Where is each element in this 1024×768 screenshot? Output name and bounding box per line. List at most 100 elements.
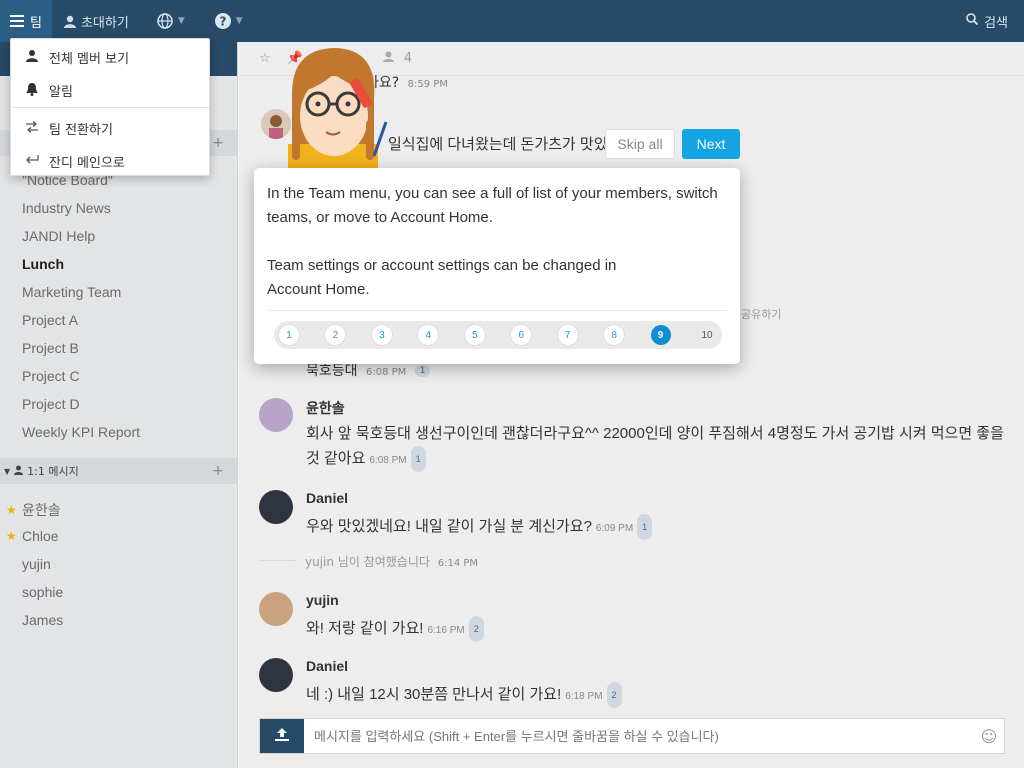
sidebar-topic-item[interactable]: Project D bbox=[22, 396, 80, 412]
star-icon: ★ bbox=[6, 503, 17, 517]
tour-divider bbox=[267, 310, 727, 311]
tour-step-4[interactable]: 4 bbox=[418, 325, 439, 345]
tour-step-7[interactable]: 7 bbox=[557, 325, 578, 345]
search-button[interactable]: 검색 bbox=[966, 0, 1008, 42]
system-message: yujin 님이 참여했습니다 6:14 PM bbox=[305, 553, 478, 570]
message-sender[interactable]: yujin bbox=[306, 592, 339, 608]
tour-mascot-illustration bbox=[278, 44, 388, 168]
team-dropdown-menu: 전체 멤버 보기 알림 팀 전환하기 잔디 메인으로 bbox=[10, 38, 210, 176]
menu-item-switch-team[interactable]: 팀 전환하기 bbox=[25, 119, 113, 138]
avatar[interactable] bbox=[259, 658, 293, 692]
dm-section-header[interactable]: ▼ 1:1 메시지 + bbox=[0, 458, 238, 484]
sidebar-dm-item[interactable]: ★ 윤한솔 bbox=[6, 500, 61, 520]
help-button[interactable]: ? ▼ bbox=[205, 0, 253, 42]
unread-badge: 2 bbox=[468, 616, 484, 642]
sidebar-topic-item[interactable]: Marketing Team bbox=[22, 284, 121, 300]
chevron-down-icon: ▼ bbox=[177, 16, 185, 26]
next-button[interactable]: Next bbox=[682, 129, 740, 159]
avatar[interactable] bbox=[259, 398, 293, 432]
search-icon bbox=[966, 13, 979, 29]
language-button[interactable]: ▼ bbox=[147, 0, 195, 42]
menu-item-label: 알림 bbox=[49, 85, 73, 100]
menu-item-notifications[interactable]: 알림 bbox=[25, 81, 73, 100]
unread-badge: 1 bbox=[414, 365, 431, 377]
sidebar-topic-item[interactable]: Project B bbox=[22, 340, 79, 356]
tour-step-8[interactable]: 8 bbox=[604, 325, 625, 345]
message-input[interactable] bbox=[304, 728, 974, 744]
add-dm-icon[interactable]: + bbox=[212, 463, 224, 479]
globe-icon bbox=[157, 13, 173, 29]
message-composer: ☺ bbox=[259, 718, 1005, 754]
invite-button[interactable]: 초대하기 bbox=[54, 0, 139, 42]
upload-icon bbox=[273, 726, 291, 746]
person-icon bbox=[63, 15, 76, 28]
menu-item-label: 전체 멤버 보기 bbox=[49, 52, 130, 67]
invite-label: 초대하기 bbox=[80, 15, 129, 31]
message-time: 6:16 PM bbox=[427, 624, 465, 636]
tour-text-line2: Team settings or account settings can be… bbox=[267, 257, 617, 298]
message-body: 와! 저랑 같이 가요! 6:16 PM 2 bbox=[306, 616, 1006, 643]
sidebar-topic-item[interactable]: Project C bbox=[22, 368, 80, 384]
tour-step-3[interactable]: 3 bbox=[371, 325, 392, 345]
star-outline-icon[interactable]: ☆ bbox=[259, 51, 271, 66]
sidebar-topic-item[interactable]: Industry News bbox=[22, 200, 111, 216]
unread-badge: 1 bbox=[637, 514, 653, 540]
partial-message-text: 일식집에 다녀왔는데 돈가츠가 맛있 bbox=[388, 136, 608, 153]
caret-down-icon: ▼ bbox=[4, 466, 11, 476]
team-menu-button[interactable]: 팀 bbox=[0, 0, 52, 42]
star-icon: ★ bbox=[6, 529, 17, 543]
dm-label: 윤한솔 bbox=[22, 502, 61, 518]
skip-all-button[interactable]: Skip all bbox=[605, 129, 675, 159]
message-time: 8:59 PM bbox=[407, 79, 448, 90]
chat-message: Daniel 네 :) 내일 12시 30분쯤 만나서 같이 가요! 6:18 PM… bbox=[259, 658, 999, 718]
message-time: 6:09 PM bbox=[595, 522, 634, 534]
tour-step-10[interactable]: 10 bbox=[697, 325, 717, 345]
avatar[interactable] bbox=[259, 490, 293, 524]
sidebar-topic-item[interactable]: Project A bbox=[22, 312, 78, 328]
dm-label: yujin bbox=[22, 556, 51, 572]
sidebar-dm-item[interactable]: ★ Chloe bbox=[6, 528, 59, 544]
message-sender[interactable]: 윤한솔 bbox=[306, 398, 345, 418]
upload-button[interactable] bbox=[260, 719, 304, 753]
tour-step-5[interactable]: 5 bbox=[464, 325, 485, 345]
message-sender[interactable]: Daniel bbox=[306, 658, 348, 674]
menu-item-label: 잔디 메인으로 bbox=[49, 156, 125, 171]
message-time: 6:18 PM bbox=[565, 690, 603, 702]
add-topic-icon[interactable]: + bbox=[212, 135, 224, 151]
dm-label: James bbox=[22, 612, 64, 628]
members-icon bbox=[25, 49, 39, 66]
sidebar-topic-item[interactable]: JANDI Help bbox=[22, 228, 95, 244]
tour-text-line1: In the Team menu, you can see a full of … bbox=[267, 185, 718, 226]
dm-label: Chloe bbox=[22, 528, 59, 544]
message-text: 와! 저랑 같이 가요! bbox=[306, 619, 424, 637]
sidebar-dm-item[interactable]: sophie bbox=[6, 584, 63, 600]
share-link[interactable]: · 공유하기 bbox=[734, 306, 781, 322]
member-count: 4 bbox=[403, 51, 413, 66]
unread-badge: 2 bbox=[606, 682, 622, 708]
top-bar: 팀 초대하기 ▼ ? ▼ 검색 bbox=[0, 0, 1024, 42]
emoji-icon[interactable]: ☺ bbox=[974, 727, 1004, 746]
avatar[interactable] bbox=[259, 592, 293, 626]
message-time: 6:08 PM bbox=[369, 454, 407, 466]
tour-step-1[interactable]: 1 bbox=[279, 325, 299, 345]
sidebar-topic-item[interactable]: Weekly KPI Report bbox=[22, 424, 140, 440]
hamburger-icon bbox=[10, 15, 24, 27]
message-sender[interactable]: Daniel bbox=[306, 490, 348, 506]
bell-icon bbox=[25, 82, 39, 100]
unread-badge: 1 bbox=[410, 446, 426, 472]
sidebar-dm-item[interactable]: yujin bbox=[6, 556, 51, 572]
menu-divider bbox=[11, 107, 209, 108]
dm-label: sophie bbox=[22, 584, 64, 600]
chevron-down-icon: ▼ bbox=[235, 16, 243, 26]
message-body: 우와 맛있겠네요! 내일 같이 가실 분 계신가요? 6:09 PM 1 bbox=[306, 514, 1006, 541]
team-menu-label: 팀 bbox=[30, 15, 42, 31]
tour-step-2[interactable]: 2 bbox=[325, 325, 346, 345]
tour-step-9[interactable]: 9 bbox=[650, 325, 671, 345]
sidebar-topic-item[interactable]: Lunch bbox=[22, 256, 64, 272]
sidebar-dm-item[interactable]: James bbox=[6, 612, 63, 628]
menu-item-jandi-home[interactable]: 잔디 메인으로 bbox=[25, 152, 125, 171]
chat-message: 윤한솔 회사 앞 묵호등대 생선구이인데 괜찮더라구요^^ 22000인데 양이 … bbox=[259, 398, 1004, 472]
chat-message: yujin 와! 저랑 같이 가요! 6:16 PM 2 bbox=[259, 592, 999, 652]
tour-step-6[interactable]: 6 bbox=[511, 325, 532, 345]
menu-item-all-members[interactable]: 전체 멤버 보기 bbox=[25, 48, 129, 67]
